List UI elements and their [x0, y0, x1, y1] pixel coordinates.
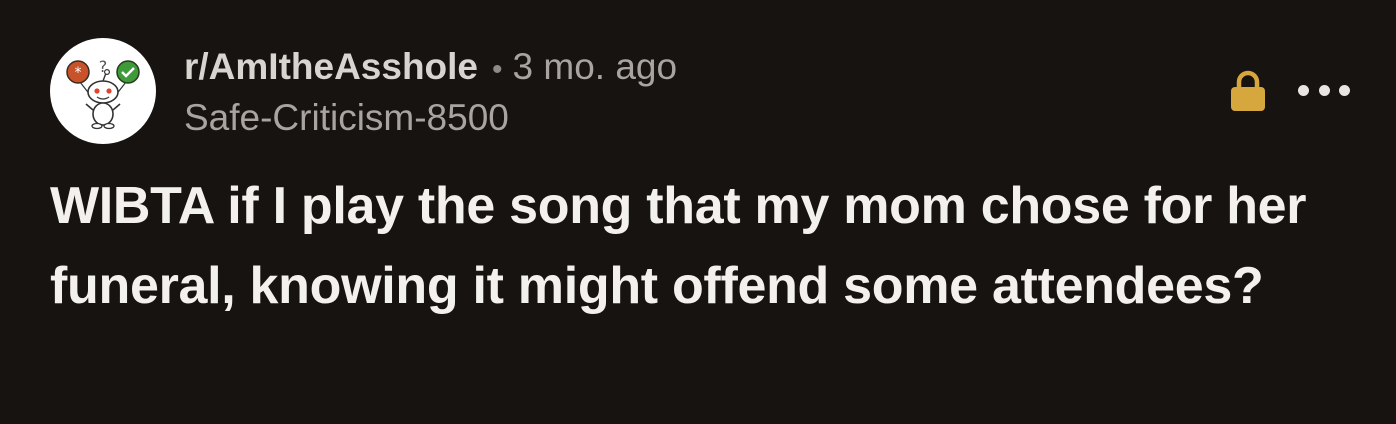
subreddit-avatar[interactable]: * ?: [50, 38, 156, 144]
post-meta: r/AmItheAsshole • 3 mo. ago Safe-Critici…: [184, 44, 677, 141]
post-age: 3 mo. ago: [512, 46, 678, 87]
svg-text:*: *: [75, 65, 82, 81]
meta-row: r/AmItheAsshole • 3 mo. ago: [184, 44, 677, 93]
reddit-snoo-avatar-icon: * ?: [66, 57, 140, 130]
post-card: * ? r/AmItheAsshole • 3 mo. ago Safe-Cri…: [0, 0, 1396, 424]
more-dot: [1339, 84, 1350, 96]
more-options-button[interactable]: [1298, 78, 1350, 102]
subreddit-link[interactable]: r/AmItheAsshole: [184, 44, 478, 90]
post-title[interactable]: WIBTA if I play the song that my mom cho…: [50, 166, 1350, 326]
more-dot: [1318, 84, 1330, 96]
more-dot: [1298, 84, 1309, 96]
author-username[interactable]: Safe-Criticism-8500: [184, 95, 677, 141]
lock-icon: [1231, 70, 1265, 111]
meta-separator: •: [492, 53, 503, 86]
